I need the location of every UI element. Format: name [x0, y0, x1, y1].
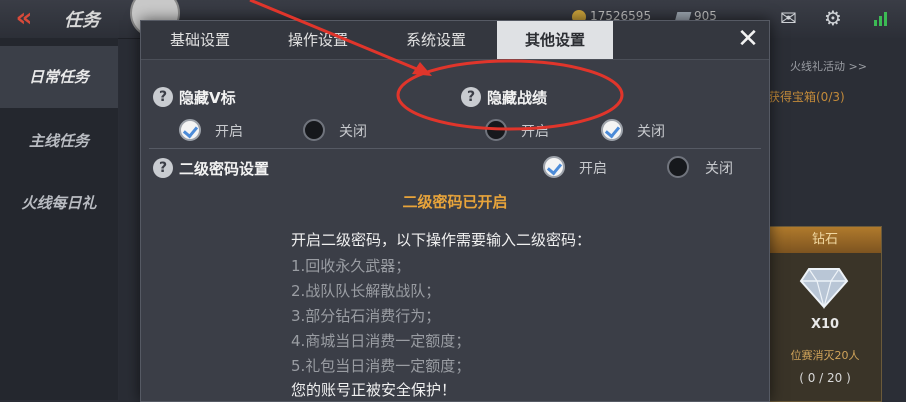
info-heading: 开启二级密码，以下操作需要输入二级密码： [291, 231, 592, 249]
reward-description: 位赛消灭20人 [790, 349, 860, 362]
tab-bar: 基础设置 操作设置 系统设置 其他设置 ✕ [141, 21, 769, 60]
left-nav: 日常任务 主线任务 火线每日礼 [0, 38, 118, 400]
nav-item-main[interactable]: 主线任务 [0, 110, 118, 172]
info-item: 1.回收永久武器； [291, 257, 411, 275]
gear-icon[interactable]: ⚙ [824, 6, 842, 30]
info-item: 4.商城当日消费一定额度； [291, 332, 471, 350]
page-title: 任务 [64, 10, 100, 31]
info-item: 3.部分钻石消费行为； [291, 307, 441, 325]
hide-record-off-radio[interactable] [601, 119, 623, 141]
info-footer: 您的账号正被安全保护！ [291, 381, 457, 399]
second-password-off-radio[interactable] [667, 156, 689, 178]
hide-record-on-label: 开启 [521, 124, 549, 140]
second-password-label: 二级密码设置 [179, 160, 270, 178]
event-link[interactable]: 火线礼活动 >> [790, 58, 867, 74]
tab-control-settings[interactable]: 操作设置 [259, 21, 377, 59]
help-icon[interactable]: ? [153, 158, 173, 178]
divider [149, 148, 761, 149]
back-button[interactable]: « [6, 4, 42, 32]
chest-progress: 获得宝箱(0/3) [768, 90, 845, 104]
nav-item-daily-gift[interactable]: 火线每日礼 [0, 172, 118, 234]
hide-record-on-radio[interactable] [485, 119, 507, 141]
reward-card[interactable]: 钻石 X10 位赛消灭20人 ( 0 / 20 ) [768, 226, 882, 402]
help-icon[interactable]: ? [153, 87, 173, 107]
signal-icon [874, 10, 892, 26]
hide-v-on-label: 开启 [215, 124, 243, 140]
nav-item-daily[interactable]: 日常任务 [0, 46, 118, 108]
close-icon: ✕ [737, 24, 759, 54]
tab-basic-settings[interactable]: 基础设置 [141, 21, 259, 59]
reward-quantity: X10 [810, 317, 840, 332]
help-icon[interactable]: ? [461, 87, 481, 107]
mail-icon[interactable]: ✉ [780, 6, 797, 30]
right-panel: 火线礼活动 >> 获得宝箱(0/3) 钻石 X10 位赛消灭20人 ( 0 / … [760, 38, 906, 402]
second-password-on-radio[interactable] [543, 156, 565, 178]
password-status: 二级密码已开启 [402, 193, 508, 211]
hide-record-off-label: 关闭 [637, 124, 665, 140]
tab-system-settings[interactable]: 系统设置 [377, 21, 495, 59]
hide-v-off-radio[interactable] [303, 119, 325, 141]
reward-header: 钻石 [769, 227, 881, 253]
second-password-off-label: 关闭 [705, 161, 733, 177]
second-password-on-label: 开启 [579, 161, 607, 177]
hide-v-off-label: 关闭 [339, 124, 367, 140]
hide-record-label: 隐藏战绩 [487, 89, 548, 107]
hide-v-on-radio[interactable] [179, 119, 201, 141]
info-item: 5.礼包当日消费一定额度； [291, 357, 471, 375]
settings-dialog: 基础设置 操作设置 系统设置 其他设置 ✕ ? 隐藏V标 开启 关闭 ? 隐藏战… [140, 20, 770, 402]
close-button[interactable]: ✕ [735, 24, 761, 54]
tab-other-settings[interactable]: 其他设置 [497, 21, 613, 59]
info-item: 2.战队队长解散战队； [291, 282, 441, 300]
hide-v-label: 隐藏V标 [179, 89, 236, 107]
diamond-icon [799, 268, 849, 309]
double-chevron-left-icon: « [15, 3, 33, 33]
reward-count: ( 0 / 20 ) [799, 371, 851, 385]
